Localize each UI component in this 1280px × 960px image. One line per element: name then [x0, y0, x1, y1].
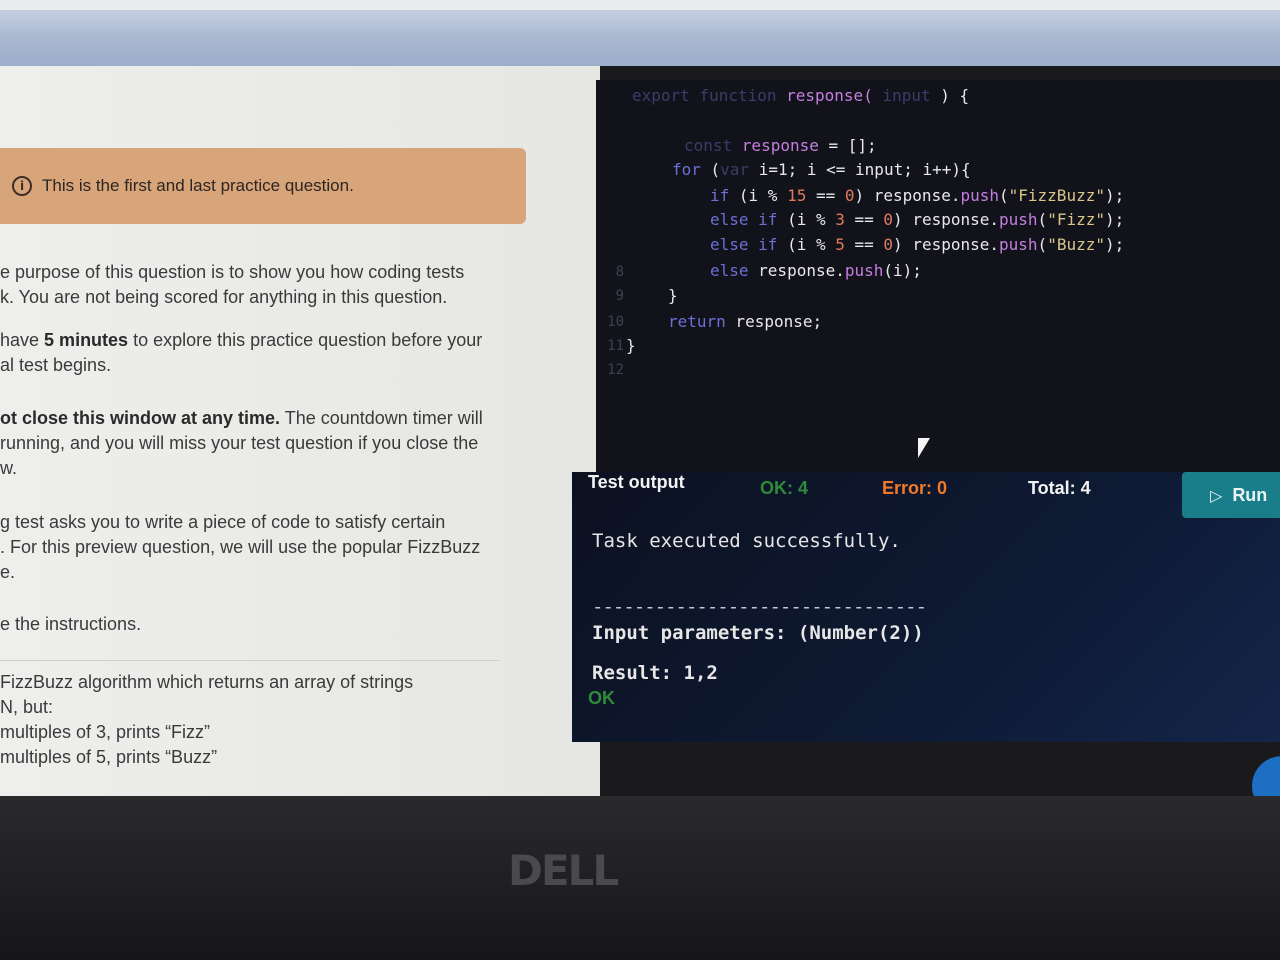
code-editor[interactable]: export function response( input ) { cons… [596, 80, 1280, 472]
instruction-line: e the instructions. [0, 614, 142, 634]
line-number: 12 [607, 362, 624, 378]
line-number: 8 [615, 264, 624, 280]
instruction-line: k. You are not being scored for anything… [0, 287, 448, 307]
instruction-line: N, but: [0, 697, 54, 717]
run-label: Run [1232, 484, 1268, 505]
instruction-line: running, and you will miss your test que… [0, 433, 479, 453]
run-button[interactable]: ▷ Run [1182, 472, 1280, 518]
instruction-purpose: e purpose of this question is to show yo… [0, 260, 464, 310]
practice-notice: i This is the first and last practice qu… [0, 148, 526, 224]
browser-edge [0, 0, 1280, 10]
instruction-time: have 5 minutes to explore this practice … [0, 328, 482, 378]
code-line-5: else if (i % 3 == 0) response.push("Fizz… [710, 210, 1125, 229]
test-output-panel: Test output OK: 4 Error: 0 Total: 4 ▷ Ru… [572, 472, 1280, 742]
dell-logo: DELL [508, 846, 619, 895]
instruction-line: w. [0, 458, 18, 478]
section-divider [0, 660, 500, 661]
error-count: Error: 0 [882, 478, 948, 498]
instruction-line: multiples of 3, prints “Fizz” [0, 722, 211, 742]
instruction-warning: ot close this window at any time. The co… [0, 406, 483, 481]
instruction-task: g test asks you to write a piece of code… [0, 510, 480, 585]
code-line-3: for (var i=1; i <= input; i++){ [672, 160, 971, 179]
instruction-line: have 5 minutes to explore this practice … [0, 330, 483, 350]
play-icon: ▷ [1210, 485, 1223, 505]
app-header [0, 0, 1280, 66]
line-number: 9 [615, 288, 624, 304]
instruction-line: . For this preview question, we will use… [0, 537, 481, 557]
code-line-8: } [668, 286, 678, 305]
result-value: Result: 1,2 [592, 662, 718, 684]
notice-text: This is the first and last practice ques… [42, 176, 354, 195]
line-number: 10 [607, 314, 624, 330]
output-message: Task executed successfully. [592, 530, 901, 552]
instruction-line: e purpose of this question is to show yo… [0, 262, 465, 282]
instruction-line: e. [0, 562, 16, 582]
instruction-line: al test begins. [0, 355, 112, 375]
instruction-line: multiples of 5, prints “Buzz” [0, 747, 218, 767]
input-parameters: Input parameters: (Number(2)) [592, 622, 924, 644]
line-number: 11 [607, 338, 624, 354]
ok-count: OK: 4 [760, 478, 809, 498]
code-line-9: return response; [668, 312, 823, 331]
code-line-1: export function response( input ) { [632, 86, 970, 105]
instructions-pane: i This is the first and last practice qu… [0, 66, 600, 796]
code-line-4: if (i % 15 == 0) response.push("FizzBuzz… [710, 186, 1125, 205]
laptop-bezel [0, 796, 1280, 960]
output-separator: -------------------------------- [592, 596, 927, 618]
code-line-6: else if (i % 5 == 0) response.push("Buzz… [710, 235, 1125, 254]
code-line-7: else response.push(i); [710, 261, 922, 280]
info-icon: i [12, 176, 32, 196]
output-title: Test output [588, 472, 685, 492]
screen: i This is the first and last practice qu… [0, 0, 1280, 960]
total-count: Total: 4 [1028, 478, 1091, 498]
result-status: OK [588, 688, 615, 708]
instruction-line: ot close this window at any time. The co… [0, 408, 483, 428]
instruction-line: FizzBuzz algorithm which returns an arra… [0, 672, 414, 692]
code-line-2: const response = []; [684, 136, 877, 155]
instruction-read: e the instructions. [0, 612, 141, 637]
output-header: Test output OK: 4 Error: 0 Total: 4 ▷ Ru… [572, 472, 1280, 522]
instruction-fizzbuzz: FizzBuzz algorithm which returns an arra… [0, 670, 413, 770]
mouse-cursor-icon [918, 438, 930, 458]
code-line-10: } [626, 336, 636, 355]
instruction-line: g test asks you to write a piece of code… [0, 512, 446, 532]
